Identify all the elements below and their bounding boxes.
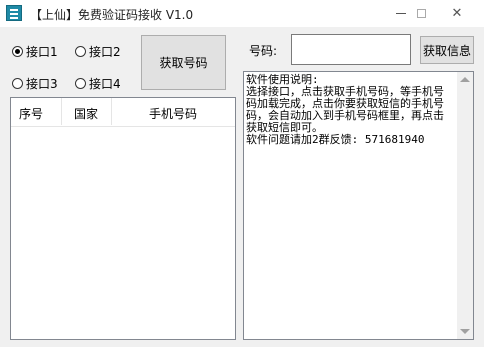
column-header-phone[interactable]: 手机号码	[149, 105, 197, 122]
maximize-button[interactable]	[404, 0, 438, 27]
maximize-icon	[416, 9, 426, 18]
radio-interface-1[interactable]: 接口1	[12, 43, 58, 60]
window-title: 【上仙】免费验证码接收 V1.0	[30, 8, 194, 22]
memo-scrollbar[interactable]	[457, 72, 473, 339]
column-divider	[111, 98, 112, 125]
scroll-down-icon[interactable]	[460, 329, 470, 334]
radio-indicator	[75, 78, 86, 89]
radio-interface-4[interactable]: 接口4	[75, 75, 121, 92]
scroll-up-icon[interactable]	[460, 77, 470, 82]
radio-interface-2[interactable]: 接口2	[75, 43, 121, 60]
radio-label: 接口2	[89, 45, 121, 59]
column-header-country[interactable]: 国家	[74, 105, 98, 122]
radio-label: 接口3	[26, 77, 58, 91]
instructions-memo[interactable]: 软件使用说明: 选择接口，点击获取手机号码，等手机号码加载完成，点击你要获取短信…	[243, 71, 474, 340]
close-button[interactable]: ✕	[440, 0, 474, 27]
radio-interface-3[interactable]: 接口3	[12, 75, 58, 92]
close-icon: ✕	[451, 6, 463, 21]
radio-label: 接口4	[89, 77, 121, 91]
radio-label: 接口1	[26, 45, 58, 59]
memo-text: 软件使用说明: 选择接口，点击获取手机号码，等手机号码加载完成，点击你要获取短信…	[246, 73, 444, 146]
title-bar: 【上仙】免费验证码接收 V1.0 ✕	[0, 0, 484, 27]
list-header: 序号 国家 手机号码	[11, 98, 235, 127]
get-message-button[interactable]: 获取信息	[420, 36, 474, 64]
get-number-button[interactable]: 获取号码	[141, 35, 226, 90]
radio-indicator	[75, 46, 86, 57]
number-input[interactable]	[291, 34, 411, 65]
number-list[interactable]: 序号 国家 手机号码	[10, 97, 236, 340]
column-divider	[61, 98, 62, 125]
app-icon	[6, 5, 22, 21]
radio-indicator	[12, 78, 23, 89]
number-label: 号码:	[249, 44, 278, 58]
radio-indicator	[12, 46, 23, 57]
column-header-index[interactable]: 序号	[19, 105, 43, 122]
